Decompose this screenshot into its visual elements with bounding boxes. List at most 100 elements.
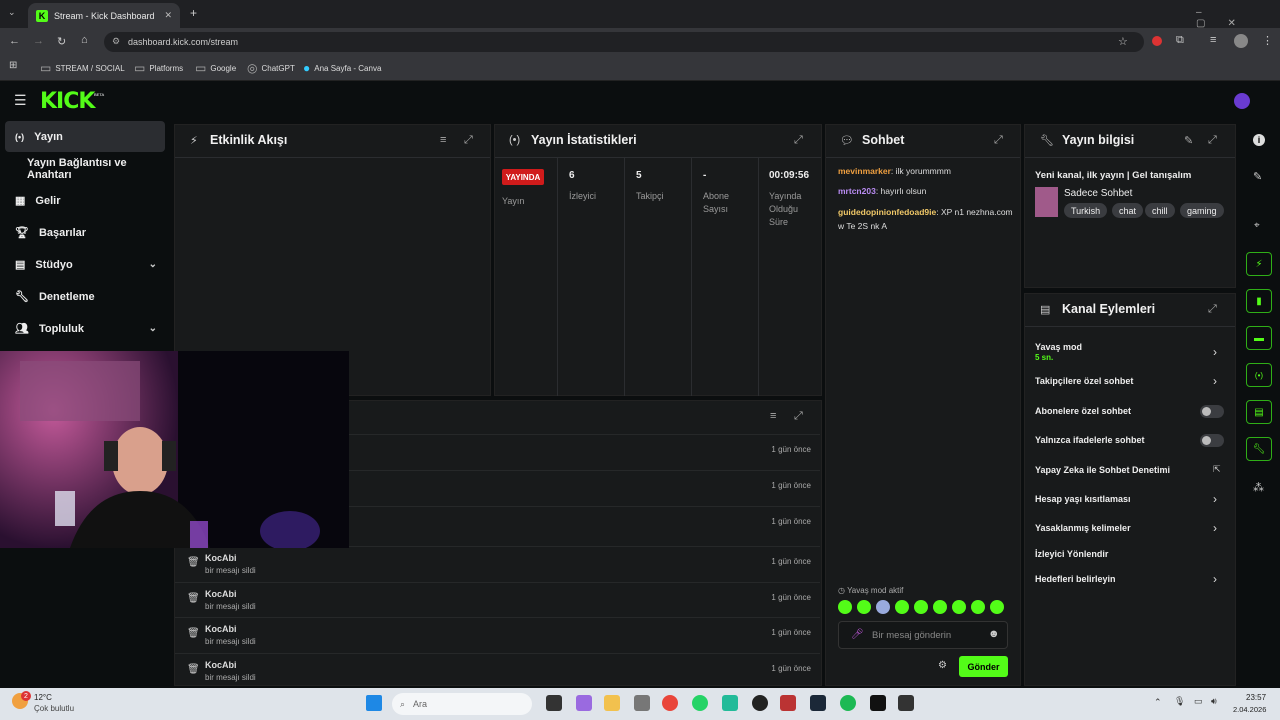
browser-tab[interactable]: K Stream - Kick Dashboard ✕ <box>28 3 180 28</box>
back-icon[interactable]: ← <box>9 35 20 47</box>
microphone-icon[interactable]: 🎤︎ <box>851 629 864 640</box>
taskbar-search[interactable]: ⌕ Ara <box>392 693 532 715</box>
bookmark-google[interactable]: ▭ Google <box>195 61 236 75</box>
bookmark-canva[interactable]: ● Ana Sayfa - Canva <box>303 61 381 75</box>
goals-action[interactable]: Hedefleri belirleyin <box>1035 574 1116 584</box>
tag-chip[interactable]: Turkish <box>1064 203 1108 218</box>
filter-icon[interactable]: ≡ <box>440 134 446 146</box>
feed-user[interactable]: KocAbi <box>205 660 237 670</box>
app-icon[interactable] <box>780 695 796 711</box>
app-icon[interactable] <box>898 695 914 711</box>
bookmark-platforms[interactable]: ▭ Platforms <box>134 61 183 75</box>
bookmark-chatgpt[interactable]: ◎ ChatGPT <box>247 61 295 75</box>
rail-actions-button[interactable]: ▤ <box>1246 400 1272 424</box>
user-avatar[interactable] <box>1234 93 1250 109</box>
file-explorer-icon[interactable] <box>604 695 620 711</box>
chrome-icon[interactable] <box>662 695 678 711</box>
emote-icon[interactable] <box>914 600 928 614</box>
task-view-icon[interactable] <box>546 695 562 711</box>
popout-icon[interactable]: ⤢ <box>1208 134 1217 147</box>
spotify-icon[interactable] <box>840 695 856 711</box>
network-icon[interactable]: ▭ <box>1194 696 1203 707</box>
clock-date[interactable]: 2.04.2026 <box>1233 705 1266 714</box>
forward-icon[interactable]: → <box>33 35 44 47</box>
account-age-action[interactable]: Hesap yaşı kısıtlaması <box>1035 494 1131 504</box>
sidebar-item-yayin[interactable]: (•) Yayın <box>5 121 165 152</box>
app-icon[interactable] <box>722 695 738 711</box>
chevron-right-icon[interactable]: › <box>1213 345 1217 359</box>
close-tab-icon[interactable]: ✕ <box>164 10 172 21</box>
popout-icon[interactable]: ⤢ <box>1208 303 1217 316</box>
settings-app-icon[interactable] <box>634 695 650 711</box>
tag-chip[interactable]: chat <box>1112 203 1144 218</box>
focus-icon[interactable]: ⌖ <box>1254 220 1260 231</box>
extension-icon[interactable] <box>1152 36 1162 46</box>
emoji-icon[interactable]: ☻ <box>988 628 1000 640</box>
tray-chevron-icon[interactable]: ⌃ <box>1154 697 1162 708</box>
steam-icon[interactable] <box>810 695 826 711</box>
menu-dots-icon[interactable]: ⋮ <box>1262 34 1273 47</box>
sidebar-item-stream-key[interactable]: Yayın Bağlantısı ve Anahtarı <box>5 153 165 184</box>
chat-username[interactable]: mrtcn203 <box>838 186 876 196</box>
extensions-icon[interactable]: ⧉ <box>1176 34 1184 47</box>
feed-user[interactable]: KocAbi <box>205 624 237 634</box>
copilot-icon[interactable] <box>576 695 592 711</box>
chevron-right-icon[interactable]: › <box>1213 572 1217 586</box>
raid-action[interactable]: İzleyici Yönlendir <box>1035 549 1108 559</box>
sidebar-item-gelir[interactable]: ▦ Gelir <box>5 185 165 216</box>
kick-logo[interactable]: KICK <box>40 89 95 114</box>
emote-icon[interactable] <box>971 600 985 614</box>
feed-user[interactable]: KocAbi <box>205 553 237 563</box>
sidebar-item-basarilar[interactable]: 🏆︎ Başarılar <box>5 217 165 248</box>
rail-stats-button[interactable]: (•) <box>1246 363 1272 387</box>
hamburger-menu-icon[interactable]: ☰ <box>14 92 27 109</box>
url-bar[interactable]: dashboard.kick.com/stream <box>104 32 1144 52</box>
send-button[interactable]: Gönder <box>959 656 1008 677</box>
chevron-right-icon[interactable]: › <box>1213 374 1217 388</box>
emote-icon[interactable] <box>990 600 1004 614</box>
ai-moderation-action[interactable]: Yapay Zeka ile Sohbet Denetimi <box>1035 465 1170 475</box>
chevron-right-icon[interactable]: › <box>1213 521 1217 535</box>
add-widget-icon[interactable]: ⁂ <box>1253 481 1264 494</box>
emote-icon[interactable] <box>933 600 947 614</box>
chevron-right-icon[interactable]: › <box>1213 492 1217 506</box>
popout-icon[interactable]: ⤢ <box>994 134 1003 147</box>
followers-only-action[interactable]: Takipçilere özel sohbet <box>1035 376 1133 386</box>
emote-icon[interactable] <box>952 600 966 614</box>
window-controls[interactable]: –▢✕ <box>1196 7 1280 29</box>
profile-avatar[interactable] <box>1234 34 1248 48</box>
rail-document-button[interactable]: ▮ <box>1246 289 1272 313</box>
filter-icon[interactable]: ≡ <box>770 410 776 422</box>
windows-start-icon[interactable] <box>366 695 382 711</box>
popout-icon[interactable]: ⤢ <box>464 134 473 147</box>
microphone-icon[interactable]: 🎙︎ <box>1174 696 1185 707</box>
slow-mode-action[interactable]: Yavaş mod <box>1035 342 1082 352</box>
chat-username[interactable]: mevinmarker <box>838 166 891 176</box>
emote-icon[interactable] <box>838 600 852 614</box>
reading-list-icon[interactable]: ≡ <box>1210 34 1216 46</box>
tag-chip[interactable]: chill <box>1145 203 1175 218</box>
sidebar-item-denetleme[interactable]: 🔧︎ Denetleme <box>5 281 165 312</box>
chat-settings-icon[interactable]: ⚙ <box>938 660 947 671</box>
chat-username[interactable]: guidedopinionfedoad9ie <box>838 207 936 217</box>
clock-time[interactable]: 23:57 <box>1246 693 1266 702</box>
external-link-icon[interactable]: ⇱ <box>1213 464 1221 475</box>
rail-activity-button[interactable]: ⚡︎ <box>1246 252 1272 276</box>
site-info-icon[interactable]: ⚙ <box>112 36 120 47</box>
sidebar-item-studyo[interactable]: ▤ Stüdyo ⌄ <box>5 249 165 280</box>
bookmark-star-icon[interactable]: ☆ <box>1118 35 1128 48</box>
reload-icon[interactable]: ↻ <box>57 35 66 48</box>
chat-input[interactable]: 🎤︎ Bir mesaj gönderin ☻ <box>838 621 1008 649</box>
edit-pencil-icon[interactable]: ✎ <box>1253 170 1262 183</box>
banned-words-action[interactable]: Yasaklanmış kelimeler <box>1035 523 1131 533</box>
edit-pencil-icon[interactable]: ✎ <box>1184 134 1193 147</box>
sidebar-item-topluluk[interactable]: 👥︎ Topluluk ⌄ <box>5 313 165 344</box>
emote-icon[interactable] <box>857 600 871 614</box>
info-icon[interactable]: i <box>1253 134 1265 146</box>
new-tab-icon[interactable]: + <box>190 6 197 20</box>
tab-search-icon[interactable]: ⌄ <box>8 7 16 18</box>
emotes-only-toggle[interactable] <box>1200 434 1224 447</box>
subscribers-only-toggle[interactable] <box>1200 405 1224 418</box>
epic-games-icon[interactable] <box>870 695 886 711</box>
whatsapp-icon[interactable] <box>692 695 708 711</box>
